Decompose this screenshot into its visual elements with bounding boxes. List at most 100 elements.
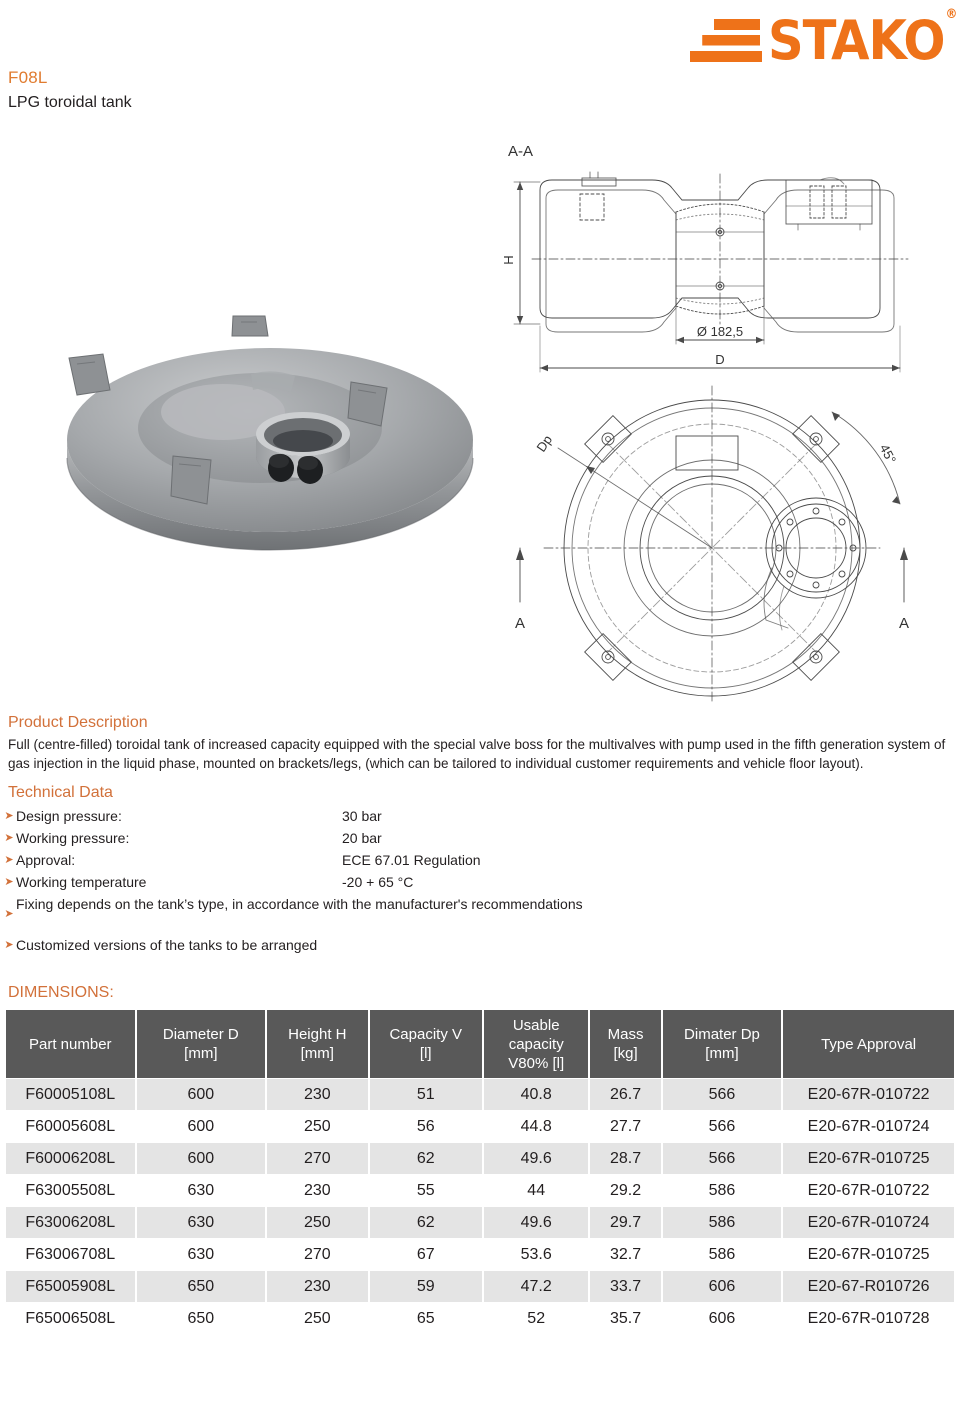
product-subtitle: LPG toroidal tank bbox=[8, 94, 132, 111]
table-cell: 586 bbox=[662, 1175, 782, 1206]
table-cell: 59 bbox=[369, 1271, 482, 1302]
logo-bar-top bbox=[714, 18, 761, 30]
product-code: F08L bbox=[8, 68, 48, 87]
page-header: STAKO® F08L LPG toroidal tank bbox=[0, 0, 960, 118]
technical-data-heading: Technical Data bbox=[8, 784, 113, 801]
table-cell: 49.6 bbox=[483, 1207, 589, 1238]
table-row: F65005908L 650 230 59 47.2 33.7 606 E20-67-R010… bbox=[6, 1271, 954, 1302]
table-cell: 600 bbox=[136, 1079, 266, 1110]
table-cell: 65 bbox=[369, 1303, 482, 1334]
table-cell: 67 bbox=[369, 1239, 482, 1270]
table-cell: 56 bbox=[369, 1111, 482, 1142]
table-cell: E20-67R-010725 bbox=[783, 1239, 954, 1270]
arrow-bullet-icon: ➤ bbox=[4, 854, 14, 866]
technical-data-section: Technical Data ➤ Design pressure: 30 bar… bbox=[0, 783, 960, 957]
table-cell: E20-67R-010722 bbox=[783, 1175, 954, 1206]
table-cell: 230 bbox=[267, 1271, 368, 1302]
tech-item-label: Fixing depends on the tank’s type, in ac… bbox=[16, 896, 583, 912]
dimensions-table: Part number Diameter D [mm] Height H [mm] … bbox=[4, 1009, 956, 1335]
tech-item-customized: ➤ Customized versions of the tanks to be… bbox=[0, 935, 960, 957]
table-cell: 40.8 bbox=[483, 1079, 589, 1110]
table-cell: 27.7 bbox=[590, 1111, 661, 1142]
table-cell: 26.7 bbox=[590, 1079, 661, 1110]
bore-diameter-label: Ø 182,5 bbox=[697, 324, 743, 339]
table-cell: 230 bbox=[267, 1079, 368, 1110]
table-row: F63006208L 630 250 62 49.6 29.7 586 E20-67R-010… bbox=[6, 1207, 954, 1238]
table-cell: 566 bbox=[662, 1143, 782, 1174]
table-cell: 33.7 bbox=[590, 1271, 661, 1302]
table-cell: 586 bbox=[662, 1207, 782, 1238]
table-cell: E20-67R-010728 bbox=[783, 1303, 954, 1334]
product-description-section: Product Description Full (centre-filled)… bbox=[0, 713, 960, 773]
table-cell: 55 bbox=[369, 1175, 482, 1206]
table-row: F60005108L 600 230 51 40.8 26.7 566 E20-67R-010… bbox=[6, 1079, 954, 1110]
tech-item-label: Approval: bbox=[16, 852, 76, 868]
cell-part-number: F60005608L bbox=[6, 1111, 135, 1142]
table-cell: 62 bbox=[369, 1143, 482, 1174]
cell-part-number: F65006508L bbox=[6, 1303, 135, 1334]
table-cell: 52 bbox=[483, 1303, 589, 1334]
column-header-capacity-v: Capacity V [l] bbox=[369, 1010, 482, 1078]
table-cell: E20-67R-010722 bbox=[783, 1079, 954, 1110]
table-cell: 44 bbox=[483, 1175, 589, 1206]
table-cell: 606 bbox=[662, 1271, 782, 1302]
technical-drawing: A-A H Ø 182,5 D Dp 45° A A bbox=[480, 128, 960, 703]
table-cell: E20-67R-010725 bbox=[783, 1143, 954, 1174]
arrow-bullet-icon: ➤ bbox=[4, 908, 14, 920]
section-label-a-a: A-A bbox=[508, 143, 533, 160]
registered-trademark-icon: ® bbox=[945, 7, 958, 22]
column-header-usable-capacity: Usable capacity V80% [l] bbox=[483, 1010, 589, 1078]
tech-item-approval: ➤ Approval: ECE 67.01 Regulation bbox=[0, 850, 960, 872]
table-cell: E20-67R-010724 bbox=[783, 1207, 954, 1238]
table-header-row: Part number Diameter D [mm] Height H [mm] … bbox=[6, 1010, 954, 1078]
table-cell: 270 bbox=[267, 1239, 368, 1270]
cell-part-number: F60006208L bbox=[6, 1143, 135, 1174]
table-cell: 586 bbox=[662, 1239, 782, 1270]
table-row: F60005608L 600 250 56 44.8 27.7 566 E20-67R-010… bbox=[6, 1111, 954, 1142]
table-cell: 250 bbox=[267, 1111, 368, 1142]
cell-part-number: F63006708L bbox=[6, 1239, 135, 1270]
table-cell: 29.2 bbox=[590, 1175, 661, 1206]
table-cell: 630 bbox=[136, 1207, 266, 1238]
table-cell: 28.7 bbox=[590, 1143, 661, 1174]
tech-item-fixing: ➤ Fixing depends on the tank’s type, in … bbox=[0, 894, 960, 935]
table-cell: 600 bbox=[136, 1111, 266, 1142]
table-cell: E20-67R-010724 bbox=[783, 1111, 954, 1142]
table-row: F60006208L 600 270 62 49.6 28.7 566 E20-67R-010… bbox=[6, 1143, 954, 1174]
table-cell: 650 bbox=[136, 1303, 266, 1334]
table-cell: 250 bbox=[267, 1303, 368, 1334]
table-cell: 650 bbox=[136, 1271, 266, 1302]
tech-item-design-pressure: ➤ Design pressure: 30 bar bbox=[0, 806, 960, 828]
tech-item-value: 20 bar bbox=[342, 830, 382, 846]
tech-item-label: Working temperature bbox=[16, 874, 147, 890]
table-row: F63005508L 630 230 55 44 29.2 586 E20-67R-01072… bbox=[6, 1175, 954, 1206]
table-cell: 270 bbox=[267, 1143, 368, 1174]
cell-part-number: F63005508L bbox=[6, 1175, 135, 1206]
stako-logo: STAKO® bbox=[690, 7, 958, 72]
logo-bar-middle bbox=[702, 34, 761, 46]
logo-wordmark: STAKO® bbox=[768, 7, 958, 72]
arrow-bullet-icon: ➤ bbox=[4, 876, 14, 888]
table-cell: 250 bbox=[267, 1207, 368, 1238]
logo-wordmark-text: STAKO bbox=[768, 9, 946, 72]
logo-bars-icon bbox=[690, 17, 763, 62]
table-cell: 29.7 bbox=[590, 1207, 661, 1238]
table-row: F63006708L 630 270 67 53.6 32.7 586 E20-67R-010… bbox=[6, 1239, 954, 1270]
column-header-mass: Mass [kg] bbox=[590, 1010, 661, 1078]
column-header-part-number: Part number bbox=[6, 1010, 135, 1078]
table-cell: E20-67-R010726 bbox=[783, 1271, 954, 1302]
table-cell: 230 bbox=[267, 1175, 368, 1206]
arrow-bullet-icon: ➤ bbox=[4, 810, 14, 822]
table-cell: 600 bbox=[136, 1143, 266, 1174]
visuals-area: A-A H Ø 182,5 D Dp 45° A A bbox=[0, 118, 960, 713]
tech-item-value: ECE 67.01 Regulation bbox=[342, 852, 481, 868]
dimensions-section: DIMENSIONS: Part number Diameter D [mm] H… bbox=[0, 983, 960, 1335]
angle-label: 45° bbox=[877, 442, 899, 466]
product-photo bbox=[55, 308, 485, 608]
table-cell: 606 bbox=[662, 1303, 782, 1334]
cell-part-number: F60005108L bbox=[6, 1079, 135, 1110]
tech-item-label: Working pressure: bbox=[16, 830, 130, 846]
product-description-heading: Product Description bbox=[8, 714, 148, 731]
tech-item-working-pressure: ➤ Working pressure: 20 bar bbox=[0, 828, 960, 850]
dimensions-table-head: Part number Diameter D [mm] Height H [mm] … bbox=[6, 1010, 954, 1078]
